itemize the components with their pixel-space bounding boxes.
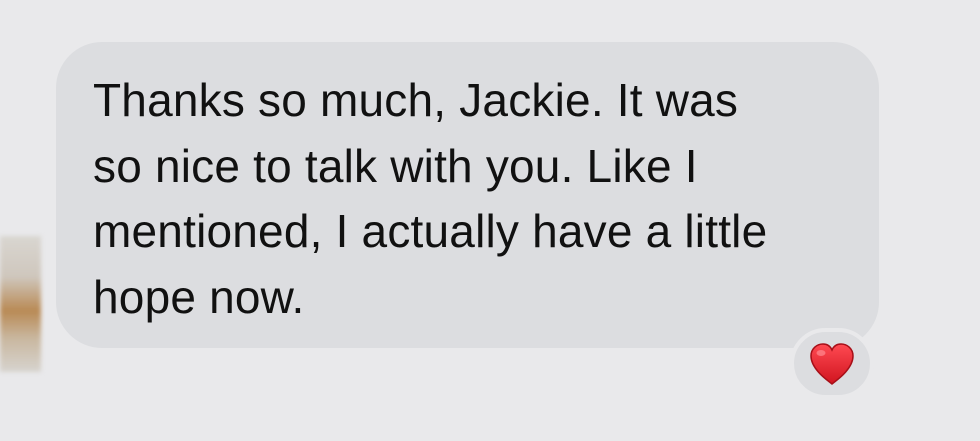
message-line: mentioned, I actually have a little [93,205,768,257]
message-bubble[interactable]: Thanks so much, Jackie. It was so nice t… [56,42,879,348]
message-text: Thanks so much, Jackie. It was so nice t… [93,68,849,330]
red-heart-icon [810,342,854,385]
sender-avatar[interactable] [0,236,41,372]
reaction-badge[interactable] [790,328,874,399]
message-line: so nice to talk with you. Like I [93,139,698,192]
message-line: Thanks so much, Jackie. It was [93,74,739,126]
message-line: hope now. [93,270,305,323]
